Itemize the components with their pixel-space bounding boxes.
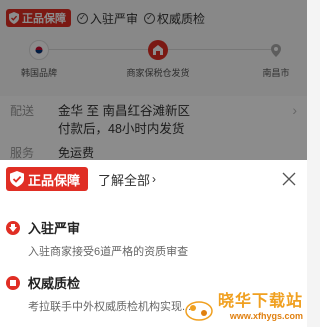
feature-dot-icon bbox=[6, 275, 20, 290]
watermark-logo-icon bbox=[184, 299, 214, 321]
feature-title: 权威质检 bbox=[28, 276, 81, 291]
guarantee-sheet: 正品保障 了解全部 › 入驻严审 入驻商家接受6道严格的资质审查 权威质检 考拉 bbox=[0, 160, 307, 327]
shield-check-icon bbox=[10, 171, 24, 187]
watermark-url: www.xfhygs.com bbox=[229, 311, 303, 321]
close-icon bbox=[282, 172, 296, 186]
watermark: 晓华下载站 www.xfhygs.com bbox=[184, 287, 303, 321]
feature-description: 入驻商家接受6道严格的资质审查 bbox=[28, 246, 189, 258]
chevron-right-icon: › bbox=[152, 172, 157, 186]
watermark-title: 晓华下载站 bbox=[217, 293, 303, 310]
feature-dot-icon bbox=[6, 220, 20, 235]
overlay-mask[interactable] bbox=[0, 0, 307, 160]
genuine-guarantee-badge: 正品保障 bbox=[6, 167, 89, 191]
sheet-header: 正品保障 了解全部 › bbox=[0, 160, 307, 198]
feature-entry-review: 入驻严审 入驻商家接受6道严格的资质审查 bbox=[0, 218, 307, 259]
feature-title: 入驻严审 bbox=[28, 221, 81, 236]
learn-more-link[interactable]: 了解全部 › bbox=[98, 170, 156, 189]
close-button[interactable] bbox=[277, 167, 301, 191]
